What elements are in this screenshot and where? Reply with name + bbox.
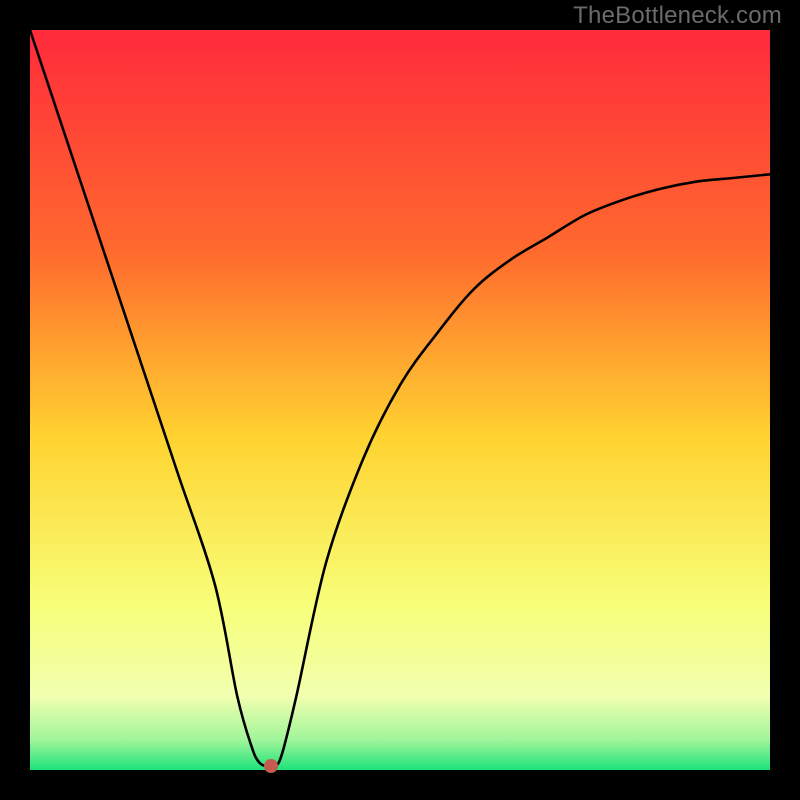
- optimal-point-marker: [264, 759, 278, 773]
- bottleneck-curve: [30, 30, 770, 770]
- chart-frame: TheBottleneck.com: [0, 0, 800, 800]
- plot-area: [30, 30, 770, 770]
- watermark-text: TheBottleneck.com: [573, 2, 782, 30]
